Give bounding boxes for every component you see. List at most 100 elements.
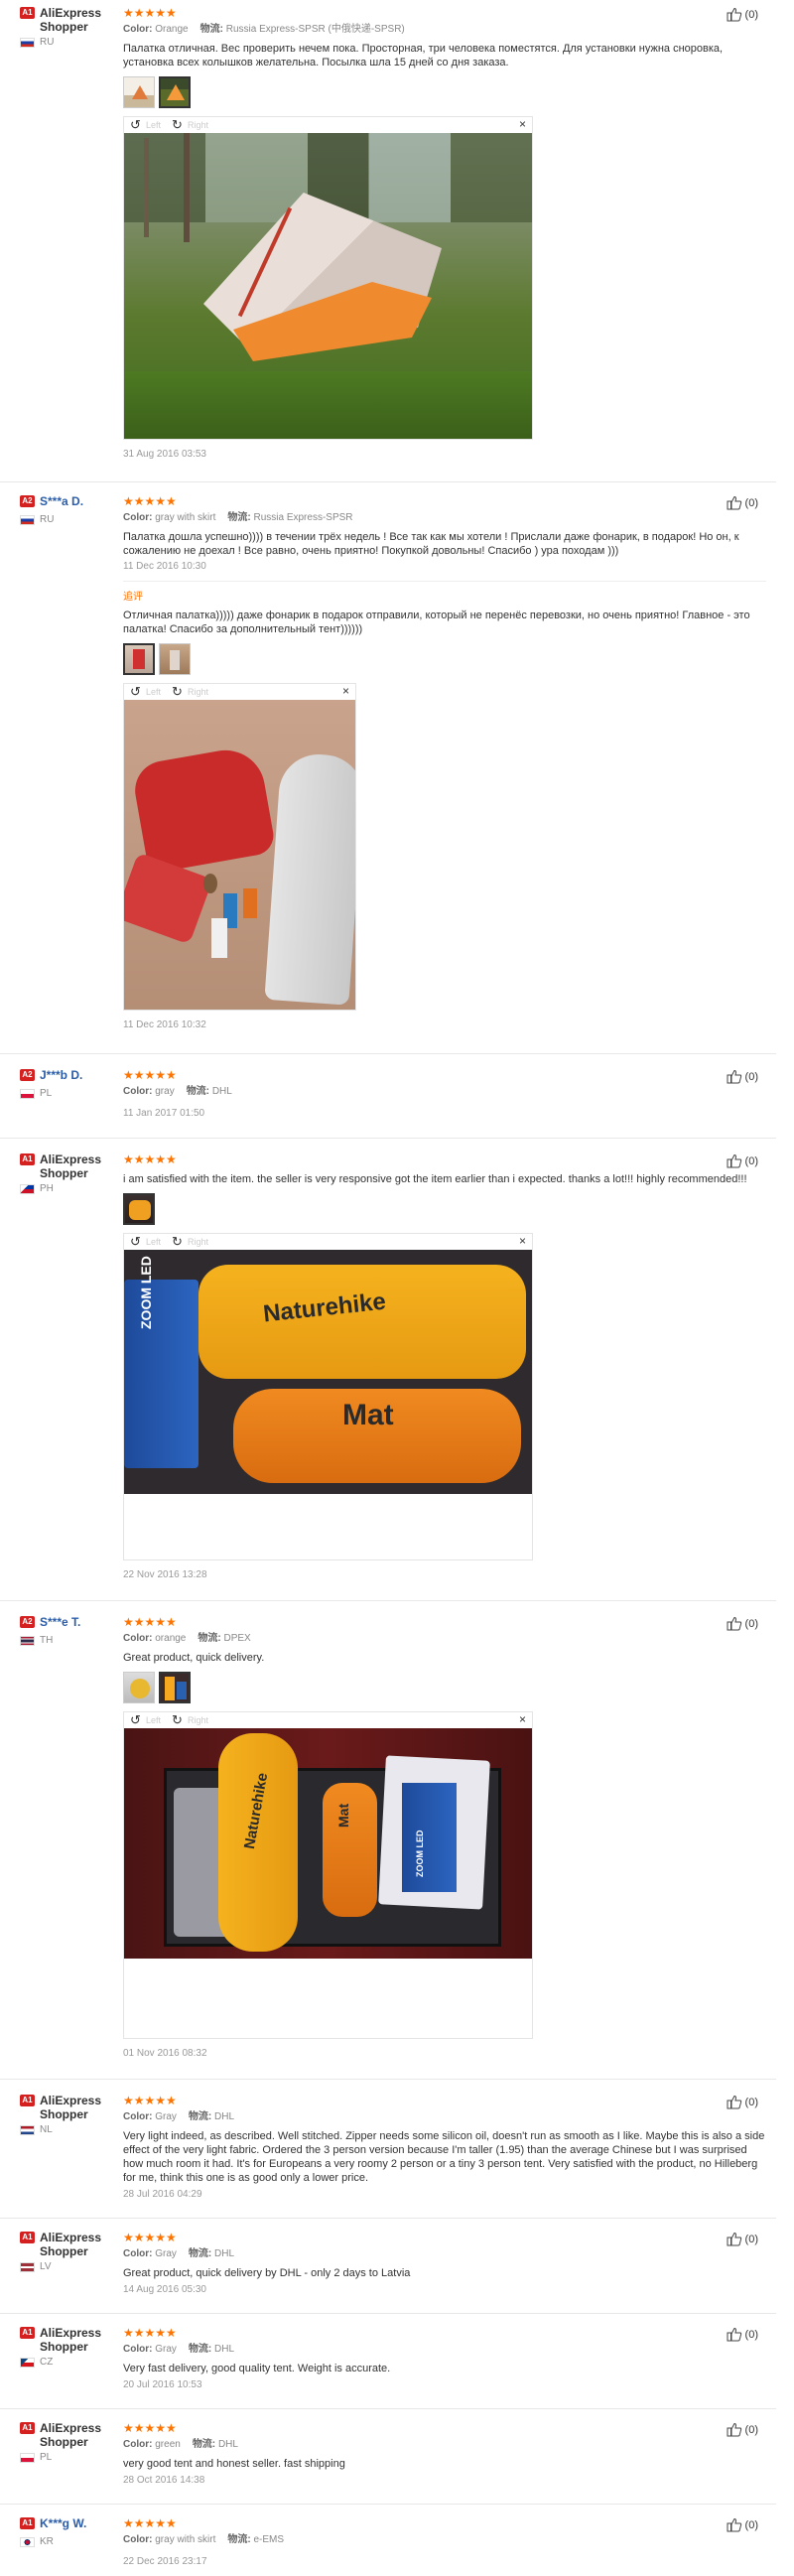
country-code: RU (40, 37, 55, 48)
rotate-left-icon[interactable]: ↺ (130, 1713, 141, 1726)
country-code: TH (40, 1635, 54, 1646)
review-item: A1 K***g W. KR ★★★★★ Color: gray with sk… (0, 2505, 776, 2576)
thumbs-up-icon (727, 1069, 741, 1084)
helpful-count: (0) (744, 2096, 758, 2108)
thumbs-up-icon (727, 7, 741, 22)
star-rating: ★★★★★ (123, 494, 177, 508)
thumbs-up-icon (727, 2422, 741, 2437)
rotate-right-icon[interactable]: ↻ (172, 1713, 183, 1726)
reviewer-info: A1 AliExpress Shopper PH (20, 1152, 119, 1194)
reviewer-name: AliExpress Shopper (40, 1152, 102, 1180)
reviewer-name: AliExpress Shopper (40, 2421, 102, 2449)
review-item: A1 AliExpress Shopper LV ★★★★★ Color: Gr… (0, 2219, 776, 2314)
order-info: Color: Gray 物流: DHL (123, 2111, 235, 2122)
helpful-button[interactable]: (0) (727, 2232, 758, 2246)
helpful-button[interactable]: (0) (727, 7, 758, 22)
review-text: very good tent and honest seller. fast s… (123, 2458, 345, 2470)
close-icon[interactable]: × (519, 118, 526, 130)
helpful-count: (0) (744, 2233, 758, 2245)
helpful-button[interactable]: (0) (727, 1153, 758, 1168)
review-text: Great product, quick delivery by DHL - o… (123, 2267, 411, 2279)
close-icon[interactable]: × (519, 1235, 526, 1247)
helpful-count: (0) (744, 2328, 758, 2341)
reviewer-info: A1 AliExpress Shopper PL (20, 2421, 119, 2463)
helpful-button[interactable]: (0) (727, 2327, 758, 2342)
thumbs-up-icon (727, 1153, 741, 1168)
review-date: 28 Oct 2016 14:38 (123, 2475, 205, 2486)
thumbs-up-icon (727, 1616, 741, 1631)
helpful-button[interactable]: (0) (727, 2517, 758, 2532)
buyer-level-badge: A1 (20, 2095, 35, 2106)
photo-thumbnail[interactable] (123, 1672, 155, 1703)
review-date: 11 Dec 2016 10:32 (123, 1019, 206, 1030)
thumbs-up-icon (727, 495, 741, 510)
thumbs-up-icon (727, 2327, 741, 2342)
reviewer-info: A1 AliExpress Shopper LV (20, 2231, 119, 2272)
helpful-button[interactable]: (0) (727, 2422, 758, 2437)
review-date: 22 Dec 2016 23:17 (123, 2556, 207, 2567)
flag-icon (20, 2536, 35, 2547)
review-photo: ZOOM LED Naturehike Mat (124, 1250, 532, 1494)
rotate-right-icon[interactable]: ↻ (172, 118, 183, 131)
review-text: Very light indeed, as described. Well st… (123, 2130, 765, 2184)
country-code: PL (40, 2452, 53, 2463)
thumbs-up-icon (727, 2232, 741, 2246)
helpful-button[interactable]: (0) (727, 2095, 758, 2109)
review-item: A1 AliExpress Shopper PL ★★★★★ Color: gr… (0, 2409, 776, 2505)
review-date: 20 Jul 2016 10:53 (123, 2379, 202, 2390)
helpful-count: (0) (744, 496, 758, 509)
flag-icon (20, 2261, 35, 2272)
review-photo (124, 700, 355, 1010)
review-text: Палатка дошла успешно)))) в течении трёх… (123, 531, 739, 557)
star-rating: ★★★★★ (123, 2326, 177, 2340)
photo-thumbnail[interactable] (123, 1193, 155, 1225)
flag-icon (20, 1183, 35, 1194)
country-code: NL (40, 2124, 53, 2135)
buyer-level-badge: A2 (20, 1069, 35, 1081)
star-rating: ★★★★★ (123, 6, 177, 20)
review-date: 28 Jul 2016 04:29 (123, 2189, 202, 2200)
buyer-level-badge: A1 (20, 2327, 35, 2339)
photo-thumbnail[interactable] (123, 643, 155, 675)
review-date: 22 Nov 2016 13:28 (123, 1569, 207, 1580)
helpful-button[interactable]: (0) (727, 1069, 758, 1084)
photo-thumbnail[interactable] (159, 76, 191, 108)
flag-icon (20, 2124, 35, 2135)
country-code: PL (40, 1088, 53, 1099)
rotate-right-icon[interactable]: ↻ (172, 1235, 183, 1248)
star-rating: ★★★★★ (123, 1615, 177, 1629)
close-icon[interactable]: × (519, 1713, 526, 1725)
helpful-button[interactable]: (0) (727, 1616, 758, 1631)
review-item: A2 S***e T. TH ★★★★★ Color: orange 物流: DP… (0, 1601, 776, 2080)
review-date: 11 Dec 2016 10:30 (123, 561, 206, 572)
review-date: 14 Aug 2016 05:30 (123, 2284, 206, 2295)
rotate-left-icon[interactable]: ↺ (130, 1235, 141, 1248)
review-item: A1 AliExpress Shopper CZ ★★★★★ Color: Gr… (0, 2314, 776, 2409)
flag-icon (20, 2357, 35, 2368)
thumbs-up-icon (727, 2095, 741, 2109)
review-text: i am satisfied with the item. the seller… (123, 1173, 747, 1185)
star-rating: ★★★★★ (123, 2094, 177, 2107)
additional-feedback-label: 追评 (123, 592, 143, 603)
photo-viewer: ↺ Left ↻ Right × ZOOM LED Naturehike Mat (123, 1233, 533, 1560)
flag-icon (20, 1088, 35, 1099)
order-info: Color: Gray 物流: DHL (123, 2344, 235, 2355)
rotate-left-icon[interactable]: ↺ (130, 685, 141, 698)
photo-thumbnail[interactable] (159, 643, 191, 675)
rotate-left-icon[interactable]: ↺ (130, 118, 141, 131)
review-date: 31 Aug 2016 03:53 (123, 449, 206, 460)
order-info: Color: gray with skirt 物流: e-EMS (123, 2534, 285, 2545)
review-photo (124, 133, 532, 439)
helpful-button[interactable]: (0) (727, 495, 758, 510)
reviewer-name: J***b D. (40, 1068, 83, 1082)
close-icon[interactable]: × (342, 685, 349, 697)
photo-thumbnail[interactable] (123, 76, 155, 108)
review-text: Палатка отличная. Вес проверить нечем по… (123, 43, 724, 68)
rotate-right-icon[interactable]: ↻ (172, 685, 183, 698)
flag-icon (20, 37, 35, 48)
order-info: Color: gray with skirt 物流: Russia Express… (123, 512, 353, 523)
buyer-level-badge: A1 (20, 1153, 35, 1165)
reviewer-name: AliExpress Shopper (40, 6, 102, 34)
photo-thumbnail[interactable] (159, 1672, 191, 1703)
star-rating: ★★★★★ (123, 1068, 177, 1082)
